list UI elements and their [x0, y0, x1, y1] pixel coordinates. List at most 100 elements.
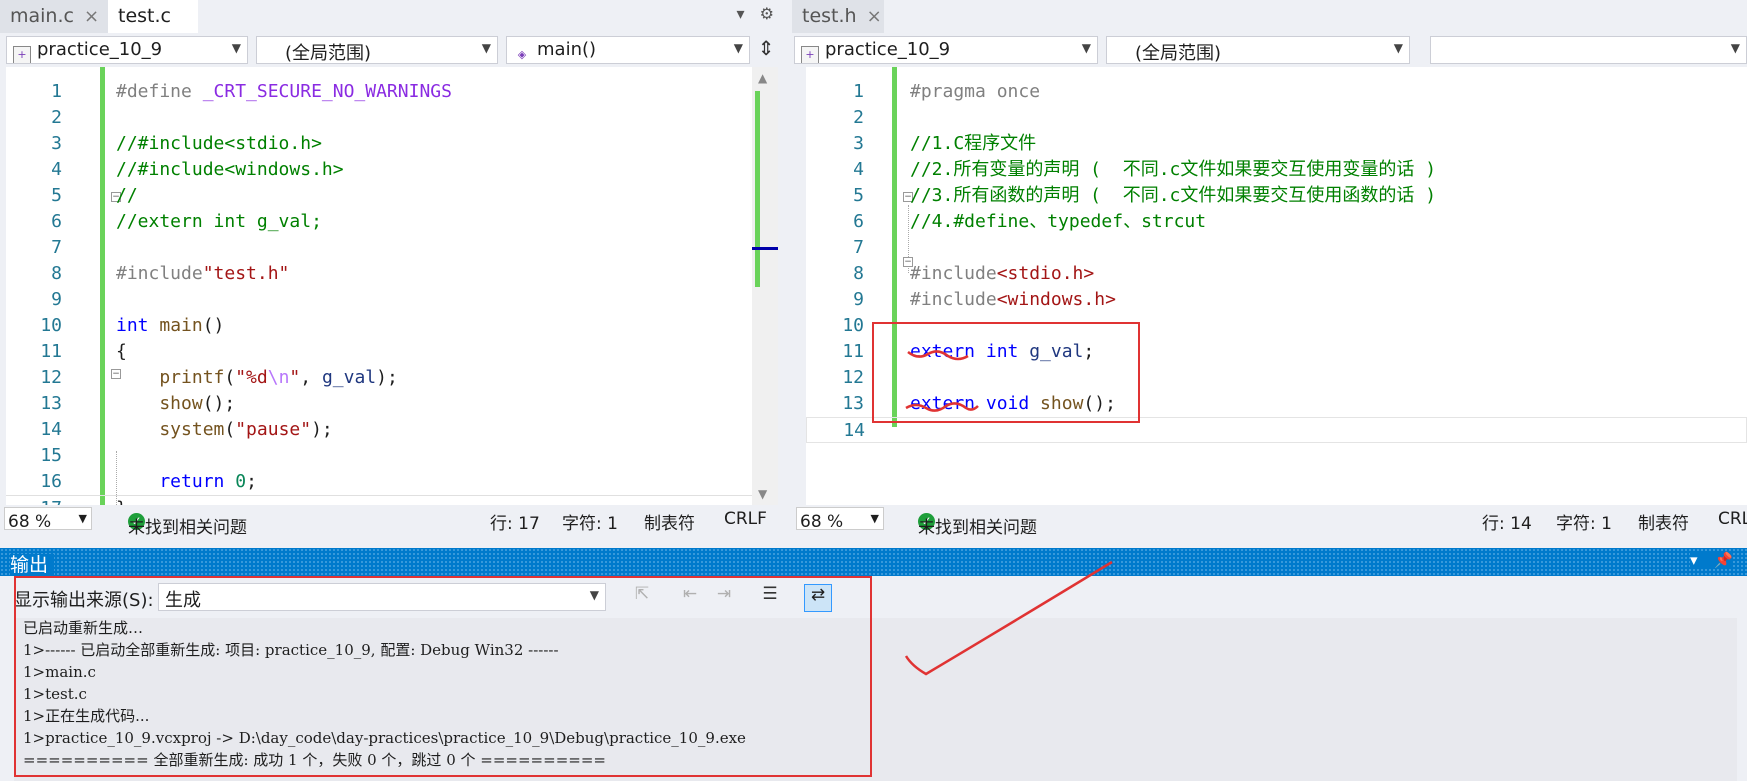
line-number: 14 — [40, 419, 62, 440]
tab-test-h[interactable]: test.h × — [792, 0, 884, 33]
code-line: 5 //3.所有函数的声明 ( 不同.c文件如果要交互使用函数的话 ) — [806, 183, 1747, 209]
line-number: 5 — [51, 185, 62, 206]
split-window-icon[interactable]: ⇕ — [752, 36, 780, 64]
char-indicator[interactable]: 字符: 1 — [562, 509, 618, 534]
code-token: , — [300, 367, 322, 388]
code-token: (); — [202, 393, 236, 414]
code-token: "pause" — [235, 419, 312, 440]
indent-indicator[interactable]: 制表符 — [644, 509, 695, 534]
code-token: "%d — [235, 367, 268, 388]
code-line: 8 #include"test.h" — [6, 261, 752, 287]
code-line: 6 //4.#define、typedef、strcut — [806, 209, 1747, 235]
zoom-dropdown[interactable]: 68 % ▼ — [796, 507, 884, 532]
eol-indicator[interactable]: CRLF — [724, 509, 767, 529]
vertical-scrollbar[interactable]: ▲ ▼ — [752, 67, 778, 505]
zoom-level: 68 % — [8, 512, 52, 532]
gear-icon[interactable]: ⚙ — [760, 4, 774, 23]
code-token: 0 — [235, 471, 247, 492]
code-token: // — [116, 185, 138, 206]
project-name: practice_10_9 — [37, 39, 163, 60]
code-token: //2.所有变量的声明 ( 不同.c文件如果要交互使用变量的话 ) — [910, 159, 1437, 180]
line-number: 2 — [853, 107, 864, 128]
line-number: 4 — [853, 159, 864, 180]
code-line: 5 // — [6, 183, 752, 209]
right-editor-pane: test.h × + practice_10_9 ▼ (全局范围) ▼ ▼ − − … — [792, 0, 1747, 538]
chevron-down-icon: ▼ — [78, 512, 87, 525]
code-editor[interactable]: − − 1 #define _CRT_SECURE_NO_WARNINGS 2 3… — [6, 67, 752, 505]
code-line: 13 show(); — [6, 391, 752, 417]
code-token: //#include<stdio.h> — [116, 133, 322, 154]
issues-text: 未找到相关问题 — [918, 518, 1037, 538]
code-line: 2 — [806, 105, 1747, 131]
line-indicator[interactable]: 行: 14 — [1482, 509, 1532, 534]
scope-dropdown[interactable]: (全局范围) ▼ — [256, 36, 498, 64]
tab-test-c[interactable]: test.c — [108, 0, 198, 33]
window-menu-icon[interactable]: ▾ — [1690, 551, 1698, 569]
code-token: ( — [224, 367, 236, 388]
project-dropdown[interactable]: + practice_10_9 ▼ — [6, 36, 248, 64]
chevron-down-icon: ▼ — [481, 41, 491, 55]
left-editor-pane: main.c × test.c ▾ ⚙ + practice_10_9 ▼ (全局范… — [0, 0, 782, 538]
code-token: //extern int g_val; — [116, 211, 322, 232]
line-number: 3 — [853, 133, 864, 154]
code-token: return — [116, 471, 236, 492]
annotation-box-output — [14, 576, 872, 777]
code-token: ); — [376, 367, 398, 388]
scroll-change-marker — [755, 91, 760, 287]
code-line: 1 #pragma once — [806, 79, 1747, 105]
line-number: 8 — [51, 263, 62, 284]
indent-indicator[interactable]: 制表符 — [1638, 509, 1689, 534]
code-line: 11 { — [6, 339, 752, 365]
line-number: 9 — [853, 289, 864, 310]
line-number: 2 — [51, 107, 62, 128]
code-line: 16 return 0; — [6, 469, 752, 495]
tab-main-c[interactable]: main.c × — [0, 0, 108, 33]
code-line: 8 #include<stdio.h> — [806, 261, 1747, 287]
code-token: #define — [116, 81, 203, 102]
code-token: show — [116, 393, 203, 414]
code-token: \n — [267, 367, 290, 388]
tab-label: main.c — [10, 5, 74, 27]
scroll-down-icon[interactable]: ▼ — [758, 487, 767, 501]
code-token: //1.C程序文件 — [910, 133, 1037, 154]
left-tab-bar: main.c × test.c ▾ ⚙ — [0, 0, 782, 33]
line-number: 12 — [40, 367, 62, 388]
code-token: #include — [910, 263, 997, 284]
line-indicator[interactable]: 行: 17 — [490, 509, 540, 534]
close-icon[interactable]: × — [867, 6, 882, 27]
code-token: ( — [224, 419, 236, 440]
code-token: #include — [116, 263, 203, 284]
code-token: //3.所有函数的声明 ( 不同.c文件如果要交互使用函数的话 ) — [910, 185, 1437, 206]
char-indicator[interactable]: 字符: 1 — [1556, 509, 1612, 534]
code-token: g_val — [321, 367, 377, 388]
code-token: ; — [246, 471, 257, 492]
cube-icon: ◈ — [517, 48, 527, 61]
code-line: 2 — [6, 105, 752, 131]
eol-indicator[interactable]: CRL — [1718, 509, 1747, 529]
pin-icon[interactable]: 📌 — [1714, 551, 1733, 569]
right-navigation-bar: + practice_10_9 ▼ (全局范围) ▼ ▼ — [792, 33, 1747, 67]
code-line: 7 — [6, 235, 752, 261]
code-line: 7 — [806, 235, 1747, 261]
line-number: 6 — [853, 211, 864, 232]
member-dropdown[interactable]: ▼ — [1430, 36, 1747, 64]
line-number: 9 — [51, 289, 62, 310]
scope-dropdown[interactable]: (全局范围) ▼ — [1106, 36, 1410, 64]
code-line: 4 //#include<windows.h> — [6, 157, 752, 183]
zoom-dropdown[interactable]: 68 % ▼ — [4, 507, 92, 532]
close-icon[interactable]: × — [84, 6, 99, 27]
left-status-bar: 68 % ▼ ✓ 未找到相关问题 行: 17 字符: 1 制表符 CRLF — [0, 505, 782, 538]
line-number: 13 — [842, 393, 864, 414]
tab-label: test.c — [118, 5, 171, 27]
scroll-up-icon[interactable]: ▲ — [758, 71, 767, 85]
chevron-down-icon: ▼ — [870, 512, 879, 525]
project-icon: + — [13, 46, 31, 63]
project-dropdown[interactable]: + practice_10_9 ▼ — [794, 36, 1098, 64]
member-name: main() — [537, 39, 597, 60]
code-token: int — [116, 315, 149, 336]
code-editor[interactable]: − − 1 #pragma once 2 3//1.C程序文件 4//2.所有变量… — [806, 67, 1747, 505]
tab-list-dropdown-icon[interactable]: ▾ — [737, 4, 745, 23]
code-token: system — [116, 419, 225, 440]
code-token: " — [289, 367, 301, 388]
member-dropdown[interactable]: ◈ main() ▼ — [506, 36, 750, 64]
